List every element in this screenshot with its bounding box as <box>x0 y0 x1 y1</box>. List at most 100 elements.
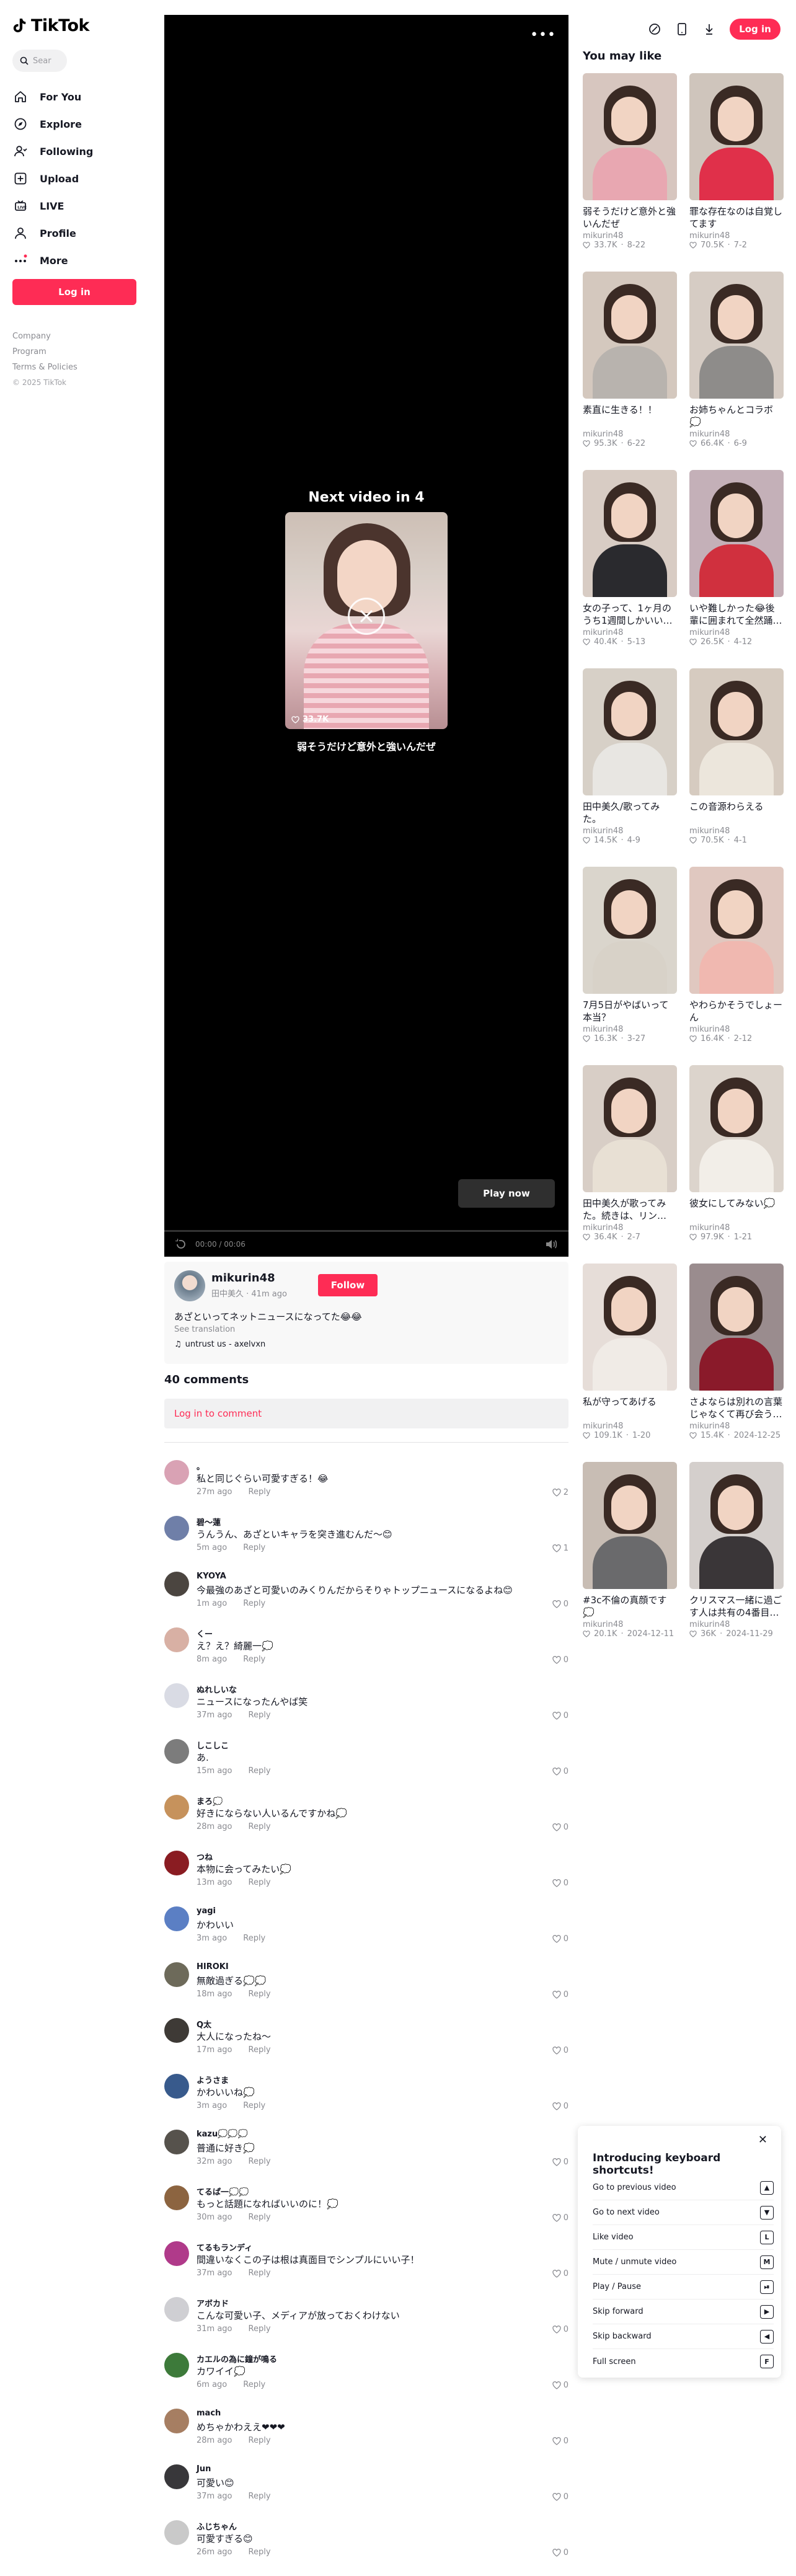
video-title[interactable]: 田中美久/歌ってみた。 <box>583 800 677 825</box>
recommended-video[interactable]: 彼女にしてみない💭 mikurin48 97.9K · 1-21 <box>689 1065 784 1242</box>
commenter-avatar[interactable] <box>164 1460 189 1485</box>
reply-button[interactable]: Reply <box>249 2268 271 2278</box>
comment-like-button[interactable]: 0 <box>552 2548 568 2557</box>
commenter-name[interactable]: yagi <box>197 1906 216 1916</box>
reply-button[interactable]: Reply <box>249 1878 271 1887</box>
nav-upload[interactable]: Upload <box>12 165 93 192</box>
video-title[interactable]: 田中美久が歌ってみた。続きは、リン… <box>583 1197 677 1222</box>
reply-button[interactable]: Reply <box>249 2547 271 2557</box>
reply-button[interactable]: Reply <box>249 2213 271 2222</box>
reply-button[interactable]: Reply <box>249 1990 271 1999</box>
reply-button[interactable]: Reply <box>249 2492 271 2501</box>
search-input[interactable]: Sear <box>12 50 67 72</box>
reply-button[interactable]: Reply <box>249 1822 271 1831</box>
video-thumbnail[interactable] <box>583 1264 677 1391</box>
video-title[interactable]: 罪な存在なのは自覚してます <box>689 205 784 230</box>
video-author[interactable]: mikurin48 <box>689 1620 784 1629</box>
recommended-video[interactable]: 私が守ってあげる mikurin48 109.1K · 1-20 <box>583 1264 677 1440</box>
commenter-name[interactable]: HIROKI <box>197 1962 229 1972</box>
comment-like-button[interactable]: 0 <box>552 1600 568 1609</box>
recommended-video[interactable]: 田中美久/歌ってみた。 mikurin48 14.5K · 4-9 <box>583 668 677 845</box>
comment-like-button[interactable]: 1 <box>552 1544 568 1553</box>
video-title[interactable]: いや難しかった😂後輩に囲まれて全然踊… <box>689 602 784 627</box>
commenter-avatar[interactable] <box>164 2241 189 2266</box>
video-title[interactable]: 女の子って、1ヶ月のうち1週間しかいい… <box>583 602 677 627</box>
nav-more[interactable]: More <box>12 247 93 274</box>
comment-like-button[interactable]: 0 <box>552 2213 568 2223</box>
commenter-name[interactable]: アボカド <box>197 2297 229 2309</box>
comment-like-button[interactable]: 0 <box>552 2492 568 2502</box>
video-thumbnail[interactable] <box>583 668 677 795</box>
comment-like-button[interactable]: 0 <box>552 1879 568 1888</box>
commenter-avatar[interactable] <box>164 1572 189 1596</box>
music-link[interactable]: ♫ untrust us - axelvxn <box>174 1340 265 1349</box>
commenter-avatar[interactable] <box>164 2409 189 2433</box>
top-login-button[interactable]: Log in <box>730 19 781 40</box>
video-thumbnail[interactable] <box>689 1462 784 1589</box>
commenter-avatar[interactable] <box>164 1962 189 1987</box>
video-author[interactable]: mikurin48 <box>583 1025 677 1034</box>
video-title[interactable]: 弱そうだけど意外と強いんだぜ <box>583 205 677 230</box>
comment-like-button[interactable]: 0 <box>552 2102 568 2111</box>
video-title[interactable]: 彼女にしてみない💭 <box>689 1197 784 1222</box>
video-title[interactable]: やわらかそうでしょーん <box>689 999 784 1024</box>
reply-button[interactable]: Reply <box>243 1655 265 1664</box>
video-thumbnail[interactable] <box>583 1065 677 1192</box>
recommended-video[interactable]: #3c不倫の真顔です💭 mikurin48 20.1K · 2024-12-11 <box>583 1462 677 1639</box>
commenter-avatar[interactable] <box>164 2074 189 2099</box>
commenter-name[interactable]: しこしこ <box>197 1739 229 1751</box>
comment-like-button[interactable]: 0 <box>552 2269 568 2278</box>
footer-company-link[interactable]: Company <box>12 329 77 344</box>
recommended-video[interactable]: 素直に生きる！！ mikurin48 95.3K · 6-22 <box>583 272 677 448</box>
author-name[interactable]: mikurin48 <box>211 1272 275 1285</box>
video-thumbnail[interactable] <box>689 470 784 597</box>
video-author[interactable]: mikurin48 <box>583 1620 677 1629</box>
recommended-video[interactable]: 弱そうだけど意外と強いんだぜ mikurin48 33.7K · 8-22 <box>583 73 677 250</box>
comment-like-button[interactable]: 0 <box>552 2046 568 2055</box>
play-now-button[interactable]: Play now <box>458 1179 555 1208</box>
video-author[interactable]: mikurin48 <box>689 231 784 241</box>
commenter-name[interactable]: くー <box>197 1627 213 1639</box>
comment-like-button[interactable]: 0 <box>552 2437 568 2446</box>
footer-program-link[interactable]: Program <box>12 344 77 360</box>
recommended-video[interactable]: いや難しかった😂後輩に囲まれて全然踊… mikurin48 26.5K · 4-12 <box>689 470 784 647</box>
reply-button[interactable]: Reply <box>249 1487 271 1497</box>
comment-like-button[interactable]: 0 <box>552 1823 568 1832</box>
commenter-avatar[interactable] <box>164 2018 189 2043</box>
comment-like-button[interactable]: 0 <box>552 1711 568 1720</box>
nav-profile[interactable]: Profile <box>12 219 93 247</box>
video-thumbnail[interactable] <box>689 867 784 994</box>
commenter-name[interactable]: kazu💭💭💭 <box>197 2130 248 2139</box>
comment-like-button[interactable]: 0 <box>552 2325 568 2334</box>
video-player[interactable]: ••• Next video in 4 33.7K 弱そうだけど意外と強いんだぜ… <box>164 15 568 1257</box>
video-thumbnail[interactable] <box>583 1462 677 1589</box>
video-title[interactable]: さよならは別れの言葉じゃなくて再び会う… <box>689 1396 784 1420</box>
recommended-video[interactable]: 7月5日がやばいって本当？ mikurin48 16.3K · 3-27 <box>583 867 677 1043</box>
reply-button[interactable]: Reply <box>249 2324 271 2334</box>
video-author[interactable]: mikurin48 <box>689 826 784 836</box>
video-author[interactable]: mikurin48 <box>689 430 784 439</box>
video-title[interactable]: お姉ちゃんとコラボ💭 <box>689 404 784 428</box>
comment-like-button[interactable]: 0 <box>552 1934 568 1944</box>
video-author[interactable]: mikurin48 <box>583 628 677 637</box>
video-thumbnail[interactable] <box>583 73 677 200</box>
commenter-avatar[interactable] <box>164 2464 189 2489</box>
commenter-avatar[interactable] <box>164 2353 189 2378</box>
recommended-video[interactable]: クリスマス一緒に過ごす人は共有の4番目… mikurin48 36K · 2024-11… <box>689 1462 784 1639</box>
commenter-avatar[interactable] <box>164 2130 189 2154</box>
follow-button[interactable]: Follow <box>318 1274 378 1296</box>
author-avatar[interactable] <box>174 1270 205 1301</box>
nav-following[interactable]: Following <box>12 138 93 165</box>
nav-live[interactable]: LIVE LIVE <box>12 192 93 219</box>
video-thumbnail[interactable] <box>689 668 784 795</box>
video-title[interactable]: クリスマス一緒に過ごす人は共有の4番目… <box>689 1594 784 1619</box>
mobile-app-icon[interactable] <box>675 22 689 36</box>
commenter-name[interactable]: つね <box>197 1851 213 1862</box>
close-icon[interactable]: ✕ <box>758 2133 767 2146</box>
tiktok-logo[interactable]: TikTok <box>12 16 89 35</box>
video-title[interactable]: 7月5日がやばいって本当？ <box>583 999 677 1024</box>
video-title[interactable]: 素直に生きる！！ <box>583 404 677 428</box>
commenter-name[interactable]: てるもランディ <box>197 2241 252 2253</box>
comment-like-button[interactable]: 0 <box>552 1767 568 1776</box>
coins-icon[interactable] <box>648 22 661 36</box>
